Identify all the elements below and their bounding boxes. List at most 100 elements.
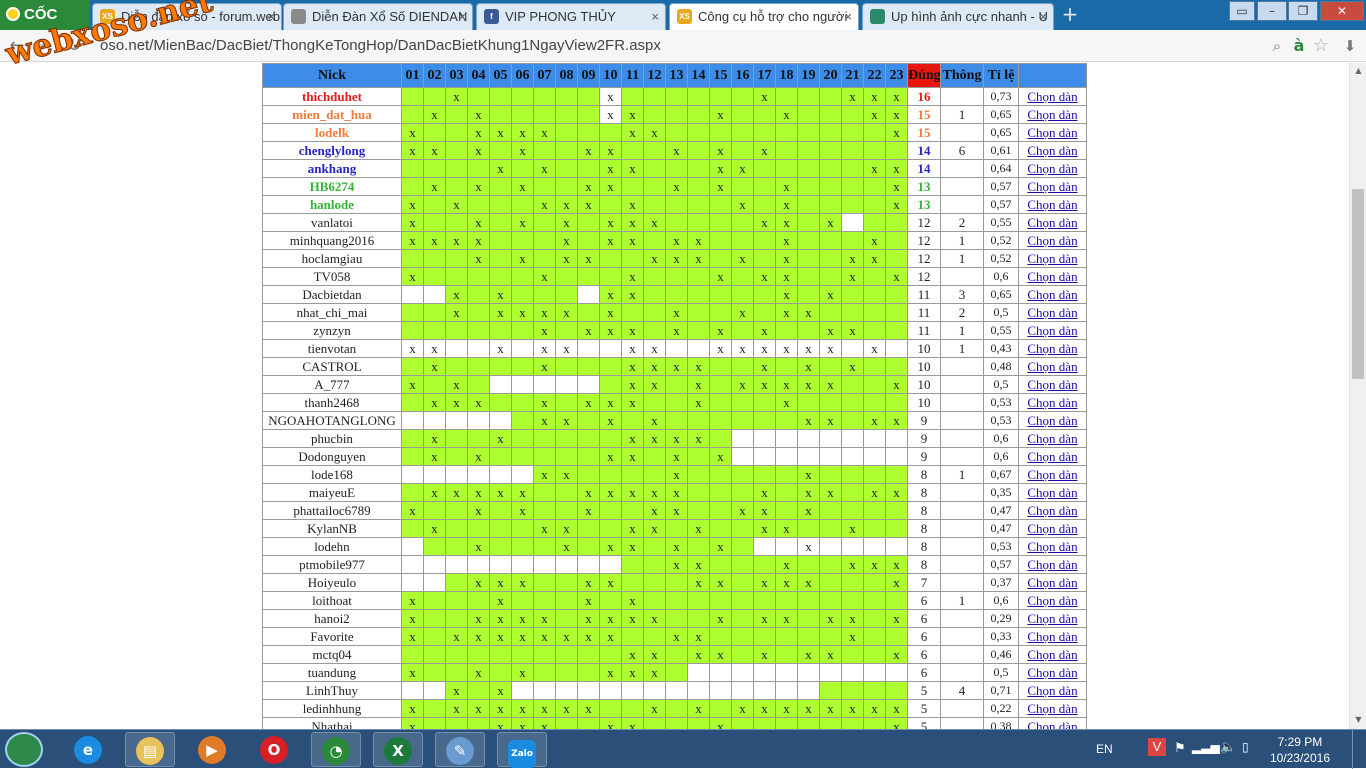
day-cell: x [599, 177, 622, 196]
browser-tab[interactable]: Diễn Đàn Xổ Số DIENDAN × [283, 3, 473, 30]
download-icon[interactable]: ⬇ [1339, 36, 1361, 56]
day-cell [401, 411, 424, 430]
tab-close-icon[interactable]: × [844, 4, 852, 29]
chon-dan-link[interactable]: Chọn dàn [1027, 215, 1077, 230]
browser-tab[interactable]: XS Công cụ hỗ trợ cho người × [669, 3, 859, 30]
app-glyph-icon: ▤ [136, 737, 164, 765]
network-icon[interactable]: ▂▃▅ [1192, 740, 1220, 754]
day-cell: x [533, 321, 556, 340]
day-cell: x [621, 267, 644, 286]
chon-dan-link[interactable]: Chọn dàn [1027, 575, 1077, 590]
tab-close-icon[interactable]: × [267, 4, 275, 29]
chon-dan-link[interactable]: Chọn dàn [1027, 503, 1077, 518]
chon-dan-link[interactable]: Chọn dàn [1027, 467, 1077, 482]
scroll-thumb[interactable] [1352, 189, 1364, 379]
taskbar-excel-icon[interactable]: X [373, 732, 423, 767]
vietkey-icon[interactable]: V [1148, 738, 1166, 756]
language-indicator[interactable]: EN [1096, 742, 1113, 756]
chon-dan-link[interactable]: Chọn dàn [1027, 359, 1077, 374]
day-cell: x [797, 375, 820, 394]
tile-cell: 0,71 [983, 681, 1019, 700]
day-cell [511, 447, 534, 466]
taskbar-coccoc-icon[interactable]: ◔ [311, 732, 361, 767]
bookmark-star-icon[interactable]: ☆ [1310, 36, 1332, 56]
show-desktop-button[interactable] [1352, 730, 1366, 769]
tab-close-icon[interactable]: × [1039, 4, 1047, 29]
day-cell: x [797, 357, 820, 376]
chon-dan-link[interactable]: Chọn dàn [1027, 287, 1077, 302]
day-cell: x [423, 141, 446, 160]
tab-close-icon[interactable]: × [651, 4, 659, 29]
day-cell: x [511, 213, 534, 232]
chon-dan-link[interactable]: Chọn dàn [1027, 449, 1077, 464]
nick-cell: hanlode [262, 195, 402, 214]
taskbar-zalo-icon[interactable]: Zalo [497, 732, 547, 768]
taskbar-ie-icon[interactable]: e [63, 732, 113, 767]
scroll-down-icon[interactable]: ▼ [1353, 715, 1364, 725]
new-tab-button[interactable]: + [1061, 4, 1079, 24]
chon-dan-link[interactable]: Chọn dàn [1027, 107, 1077, 122]
taskbar-media-icon[interactable]: ▶ [187, 732, 237, 767]
chon-dan-link[interactable]: Chọn dàn [1027, 125, 1077, 140]
start-button[interactable] [5, 732, 43, 767]
chon-dan-link[interactable]: Chọn dàn [1027, 233, 1077, 248]
battery-icon[interactable]: ▯ [1242, 740, 1249, 754]
chon-dan-link[interactable]: Chọn dàn [1027, 611, 1077, 626]
page-scrollbar[interactable]: ▲ ▼ [1349, 63, 1366, 729]
taskbar-paint-icon[interactable]: ✎ [435, 732, 485, 767]
day-cell [489, 645, 512, 664]
taskbar-opera-icon[interactable]: O [249, 732, 299, 767]
chon-dan-link[interactable]: Chọn dàn [1027, 323, 1077, 338]
browser-tab[interactable]: Up hình ảnh cực nhanh - U × [862, 3, 1054, 30]
clock[interactable]: 7:29 PM 10/23/2016 [1270, 734, 1330, 766]
chon-dan-link[interactable]: Chọn dàn [1027, 395, 1077, 410]
day-cell [665, 285, 688, 304]
chon-dan-link[interactable]: Chọn dàn [1027, 89, 1077, 104]
window-close-button[interactable]: ✕ [1320, 1, 1364, 21]
chon-dan-link[interactable]: Chọn dàn [1027, 485, 1077, 500]
window-menu-button[interactable]: ▭ [1229, 1, 1255, 21]
chon-dan-link[interactable]: Chọn dàn [1027, 431, 1077, 446]
day-cell: x [665, 141, 688, 160]
day-cell: x [577, 573, 600, 592]
chon-dan-link[interactable]: Chọn dàn [1027, 341, 1077, 356]
chon-dan-link[interactable]: Chọn dàn [1027, 647, 1077, 662]
tab-close-icon[interactable]: × [458, 4, 466, 29]
chon-dan-link[interactable]: Chọn dàn [1027, 251, 1077, 266]
chon-dan-link[interactable]: Chọn dàn [1027, 719, 1077, 730]
chon-dan-link[interactable]: Chọn dàn [1027, 557, 1077, 572]
maximize-button[interactable]: ❐ [1288, 1, 1318, 21]
chon-dan-link[interactable]: Chọn dàn [1027, 305, 1077, 320]
chon-dan-link[interactable]: Chọn dàn [1027, 143, 1077, 158]
day-cell [621, 303, 644, 322]
day-cell: x [863, 411, 886, 430]
chon-dan-link[interactable]: Chọn dàn [1027, 161, 1077, 176]
volume-icon[interactable]: 🔈 [1220, 739, 1236, 755]
tile-cell: 0,6 [983, 591, 1019, 610]
chon-dan-link[interactable]: Chọn dàn [1027, 701, 1077, 716]
browser-tab[interactable]: f VIP PHONG THỦY × [476, 3, 666, 30]
chon-dan-link[interactable]: Chọn dàn [1027, 269, 1077, 284]
address-input[interactable]: oso.net/MienBac/DacBiet/ThongKeTongHop/D… [100, 34, 1260, 58]
minimize-button[interactable]: – [1257, 1, 1287, 21]
chon-dan-link[interactable]: Chọn dàn [1027, 377, 1077, 392]
day-cell [885, 663, 908, 682]
tile-cell: 0,37 [983, 573, 1019, 592]
chon-dan-link[interactable]: Chọn dàn [1027, 665, 1077, 680]
chon-dan-link[interactable]: Chọn dàn [1027, 683, 1077, 698]
scroll-up-icon[interactable]: ▲ [1353, 66, 1364, 76]
chon-dan-link[interactable]: Chọn dàn [1027, 539, 1077, 554]
flag-icon[interactable]: ⚑ [1174, 740, 1186, 756]
zoom-icon[interactable]: ⌕ [1266, 36, 1288, 56]
taskbar-files-icon[interactable]: ▤ [125, 732, 175, 767]
day-cell: x [511, 141, 534, 160]
chon-dan-link[interactable]: Chọn dàn [1027, 521, 1077, 536]
chon-dan-link[interactable]: Chọn dàn [1027, 413, 1077, 428]
chon-dan-link[interactable]: Chọn dàn [1027, 179, 1077, 194]
day-cell [555, 105, 578, 124]
chon-dan-link[interactable]: Chọn dàn [1027, 593, 1077, 608]
chon-dan-link[interactable]: Chọn dàn [1027, 629, 1077, 644]
translate-icon[interactable]: à [1288, 36, 1310, 56]
day-cell: x [489, 591, 512, 610]
chon-dan-link[interactable]: Chọn dàn [1027, 197, 1077, 212]
